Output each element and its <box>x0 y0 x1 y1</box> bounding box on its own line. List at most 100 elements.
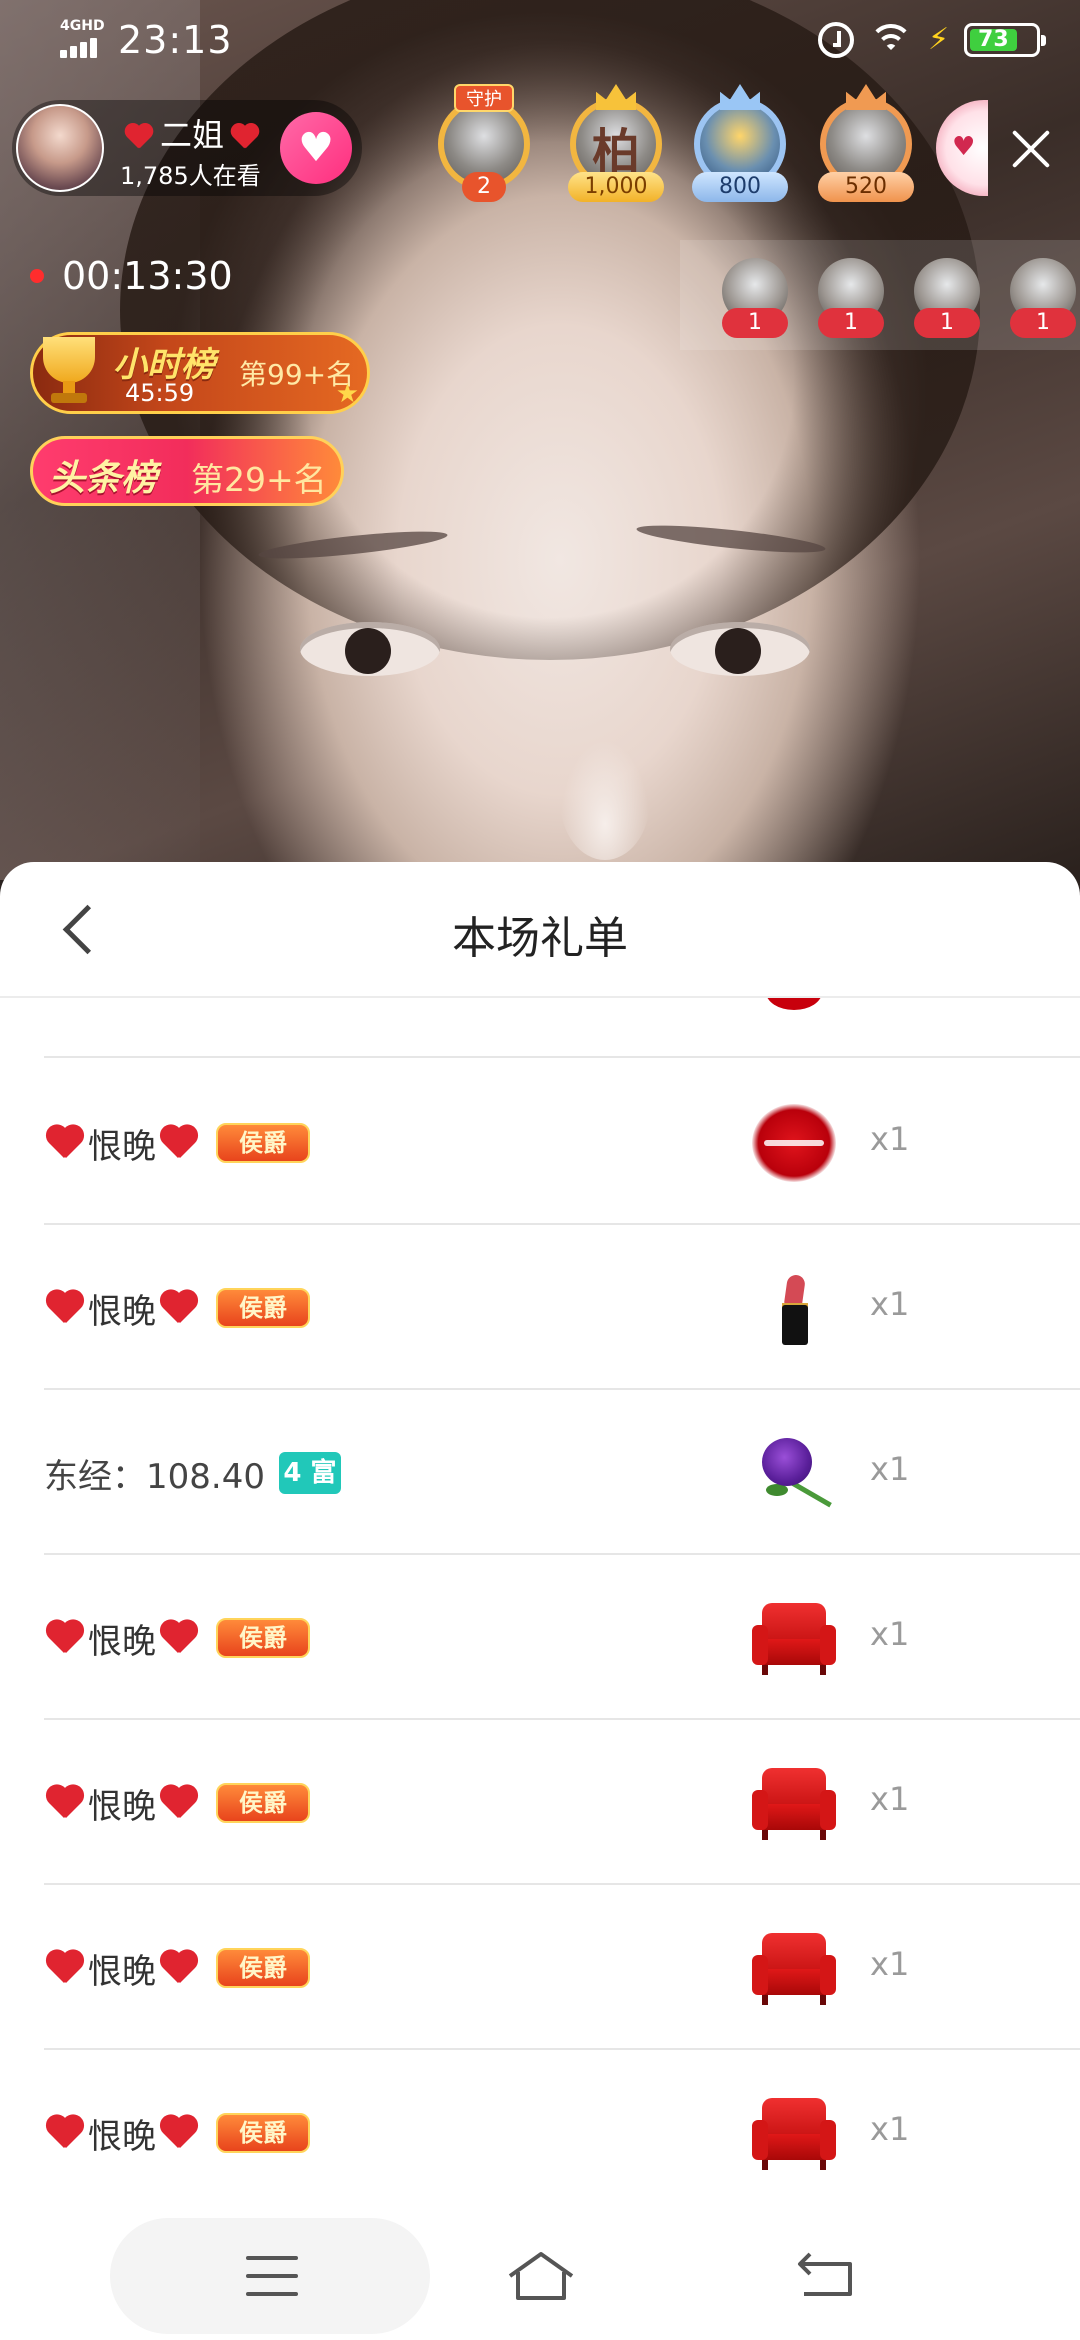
sheet-title: 本场礼单 <box>452 913 628 964</box>
list-item[interactable]: 恨晚 侯爵 x1 <box>44 2050 1080 2215</box>
heart-icon <box>158 1619 200 1657</box>
gift-quantity: x1 <box>870 1615 910 1653</box>
heart-icon <box>158 2114 200 2152</box>
sender-name: 恨晚 <box>88 1621 156 1662</box>
host-name-row: 二姐 <box>118 110 266 156</box>
viewer-avatar[interactable]: 1 <box>1010 258 1076 342</box>
network-type: 4GHD <box>60 18 105 34</box>
host-avatar[interactable] <box>16 104 104 192</box>
home-icon[interactable] <box>506 2250 576 2302</box>
system-navigation-bar <box>0 2212 1080 2340</box>
heart-icon <box>158 1124 200 1162</box>
gift-quantity: x1 <box>870 1780 910 1818</box>
viewer-gift-count: 1 <box>914 308 980 338</box>
list-item[interactable] <box>44 998 1080 1058</box>
heart-icon <box>123 123 155 152</box>
hourly-rank-badge[interactable]: 小时榜 45:59 第99+名 ★ <box>30 332 370 414</box>
streamer-nose <box>560 740 650 860</box>
list-item[interactable]: 恨晚 侯爵 x1 <box>44 1720 1080 1885</box>
list-item[interactable]: 恨晚 侯爵 x1 <box>44 1225 1080 1390</box>
clock: 23:13 <box>118 18 233 62</box>
battery-level: 73 <box>970 29 1017 51</box>
gift-sender: 恨晚 侯爵 <box>44 1273 310 1343</box>
gift-quantity: x1 <box>870 1285 910 1323</box>
heart-icon <box>44 1619 86 1657</box>
heart-icon <box>229 123 261 152</box>
host-name: 二姐 <box>160 116 225 154</box>
lipstick-icon <box>752 1269 836 1347</box>
right-eye <box>670 622 810 676</box>
battery-icon: 73 <box>964 23 1046 57</box>
viewer-gift-count: 1 <box>1010 308 1076 338</box>
back-nav-icon[interactable] <box>796 2252 856 2300</box>
noble-badge: 侯爵 <box>216 1948 310 1988</box>
live-dot-icon <box>30 269 44 283</box>
close-button[interactable] <box>1002 120 1060 178</box>
viewer-count: 1,785人在看 <box>120 162 261 190</box>
fan-score: 520 <box>818 172 914 202</box>
gift-sender: 恨晚 侯爵 <box>44 2098 310 2168</box>
lips-icon <box>766 998 822 1010</box>
live-timer: 00:13:30 <box>30 250 233 302</box>
noble-badge: 侯爵 <box>216 1123 310 1163</box>
sender-name: 恨晚 <box>88 1126 156 1167</box>
fan-badge-guard[interactable]: 守护 2 <box>428 84 540 204</box>
viewer-avatar[interactable]: 1 <box>914 258 980 342</box>
live-elapsed: 00:13:30 <box>62 254 233 298</box>
lips-icon <box>752 1104 836 1182</box>
sheet-header: 本场礼单 <box>0 862 1080 998</box>
heart-icon <box>44 1289 86 1327</box>
status-icons: ⚡ 73 <box>818 20 1046 60</box>
viewer-gift-count: 1 <box>722 308 788 338</box>
gift-list[interactable]: 恨晚 侯爵 x1 恨晚 侯爵 x1 东经：108.40 4 富 x1 恨晚 侯爵… <box>0 998 1080 2218</box>
gift-quantity: x1 <box>870 1945 910 1983</box>
noble-badge: 侯爵 <box>216 1288 310 1328</box>
left-eye <box>300 622 440 676</box>
hourly-rank-countdown: 45:59 <box>125 379 195 407</box>
gift-sender: 恨晚 侯爵 <box>44 1933 310 2003</box>
gift-quantity: x1 <box>870 1450 910 1488</box>
list-item[interactable]: 恨晚 侯爵 x1 <box>44 1060 1080 1225</box>
heart-icon <box>158 1784 200 1822</box>
noble-badge: 侯爵 <box>216 1618 310 1658</box>
viewer-gift-count: 1 <box>818 308 884 338</box>
gift-sender: 恨晚 侯爵 <box>44 1603 310 1673</box>
gift-list-sheet: 本场礼单 恨晚 侯爵 x1 恨晚 侯爵 x1 东经：108.40 4 富 x1 … <box>0 862 1080 2340</box>
list-item[interactable]: 恨晚 侯爵 x1 <box>44 1555 1080 1720</box>
fan-badge-gold[interactable]: 柏 1,000 <box>560 84 672 204</box>
host-panel[interactable]: 二姐 1,785人在看 ♥ <box>12 100 362 196</box>
wealth-level-badge: 4 富 <box>278 1452 341 1494</box>
menu-icon[interactable] <box>246 2256 298 2296</box>
headline-rank-position: 第29+名 <box>191 460 327 499</box>
star-icon: ★ <box>335 379 359 409</box>
guard-tag: 守护 <box>454 84 514 112</box>
crown-icon <box>596 84 636 110</box>
fan-score: 800 <box>692 172 788 202</box>
sofa-icon <box>752 2094 836 2172</box>
gift-quantity: x1 <box>870 2110 910 2148</box>
heart-icon <box>158 1289 200 1327</box>
list-item[interactable]: 恨晚 侯爵 x1 <box>44 1885 1080 2050</box>
fan-badge-bronze[interactable]: 520 <box>810 84 922 204</box>
crown-icon <box>846 84 886 110</box>
heart-icon <box>158 1949 200 1987</box>
trophy-icon <box>27 331 111 415</box>
sender-name: 恨晚 <box>88 1951 156 1992</box>
fan-badge-silver[interactable]: 800 <box>684 84 796 204</box>
heart-icon <box>44 1784 86 1822</box>
gift-sender: 东经：108.40 4 富 <box>44 1438 341 1508</box>
gift-sender: 恨晚 侯爵 <box>44 1768 310 1838</box>
follow-button[interactable]: ♥ <box>280 112 352 184</box>
headline-rank-title: 头条榜 <box>49 458 158 499</box>
gift-sender: 恨晚 侯爵 <box>44 1108 310 1178</box>
sender-name: 恨晚 <box>88 1786 156 1827</box>
headline-rank-badge[interactable]: 头条榜 第29+名 <box>30 436 344 506</box>
sofa-icon <box>752 1929 836 2007</box>
list-item[interactable]: 东经：108.40 4 富 x1 <box>44 1390 1080 1555</box>
rose-icon <box>752 1434 836 1512</box>
viewer-avatar[interactable]: 1 <box>722 258 788 342</box>
signal-icon <box>60 36 104 58</box>
gift-quantity: x1 <box>870 1120 910 1158</box>
heart-icon <box>44 1949 86 1987</box>
viewer-avatar[interactable]: 1 <box>818 258 884 342</box>
